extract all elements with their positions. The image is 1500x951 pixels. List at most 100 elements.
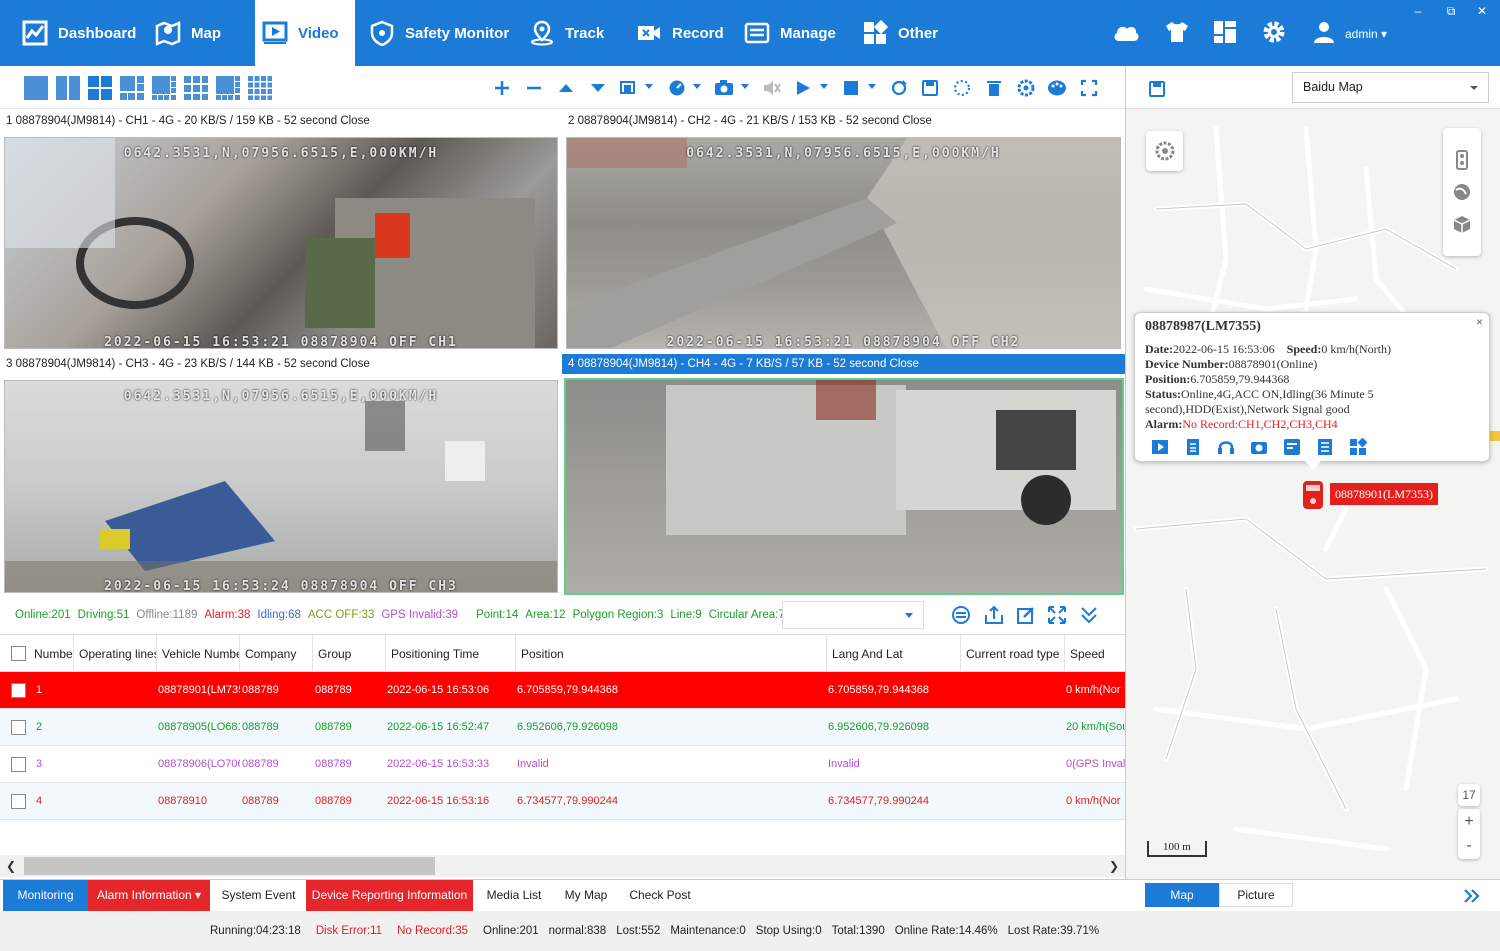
nav-map[interactable]: Map [155, 0, 221, 66]
row-checkbox[interactable] [11, 757, 26, 772]
layout-1-icon[interactable] [23, 75, 49, 101]
layers-icon[interactable] [951, 605, 971, 625]
column-header-operating-lines[interactable]: Operating lines [73, 635, 156, 673]
layout-4-icon[interactable] [87, 75, 113, 101]
status-disk-error[interactable]: Disk Error:11 [316, 925, 382, 937]
tab-monitoring[interactable]: Monitoring [3, 880, 88, 911]
tab-picture[interactable]: Picture [1219, 883, 1293, 907]
cloud-icon[interactable] [1112, 18, 1140, 46]
row-checkbox[interactable] [11, 794, 26, 809]
layout-16-icon[interactable] [247, 75, 273, 101]
stat-gps-invalid[interactable]: GPS Invalid:39 [381, 609, 458, 621]
tab-device-reporting[interactable]: Device Reporting Information [306, 880, 473, 911]
minimize-button[interactable]: – [1410, 4, 1426, 18]
status-no-record[interactable]: No Record:35 [397, 925, 468, 937]
nav-dashboard[interactable]: Dashboard [22, 0, 136, 66]
stat-idling[interactable]: Idling:68 [257, 609, 300, 621]
cell-position[interactable]: 6.705859,79.944368 [517, 672, 618, 709]
refresh-icon[interactable] [888, 77, 910, 99]
play-icon[interactable] [792, 77, 814, 99]
tab-map[interactable]: Map [1145, 883, 1219, 907]
filter-select[interactable] [782, 601, 924, 629]
tab-alarm-information[interactable]: Alarm Information ▾ [88, 880, 210, 911]
settings-icon[interactable] [1015, 77, 1037, 99]
column-header-vehicle-number[interactable]: Vehicle Numbe [156, 635, 239, 673]
map-provider-select[interactable]: Baidu Map [1292, 72, 1489, 103]
shirt-icon[interactable] [1163, 18, 1191, 46]
nav-record[interactable]: Record [636, 0, 724, 66]
collapse-down-icon[interactable] [1079, 605, 1099, 625]
3d-cube-icon[interactable] [1452, 214, 1472, 234]
column-header-positioning-time[interactable]: Positioning Time [385, 635, 515, 673]
popup-camera-icon[interactable] [1250, 438, 1268, 456]
cell-position[interactable]: 6.952606,79.926098 [517, 709, 618, 746]
popup-list-icon[interactable] [1316, 438, 1334, 456]
move-down-icon[interactable] [587, 77, 609, 99]
row-checkbox[interactable] [11, 720, 26, 735]
cell-position[interactable]: Invalid [517, 746, 549, 783]
speed-icon[interactable] [666, 77, 688, 99]
column-header-company[interactable]: Company [239, 635, 312, 673]
scrollbar-thumb[interactable] [24, 857, 435, 875]
layout-10-icon[interactable] [215, 75, 241, 101]
scroll-left-icon[interactable]: ❮ [6, 859, 16, 873]
tab-my-map[interactable]: My Map [556, 880, 616, 911]
tab-check-post[interactable]: Check Post [624, 880, 696, 911]
chevron-down-icon[interactable] [693, 84, 701, 89]
stat-line[interactable]: Line:9 [670, 609, 701, 621]
layout-8-icon[interactable] [151, 75, 177, 101]
restore-button[interactable]: ⧉ [1443, 4, 1459, 19]
map-capture-button[interactable] [1146, 131, 1183, 171]
window-mode-icon[interactable] [617, 77, 639, 99]
video-feed-ch3[interactable]: 0642.3531,N,07956.6515,E,000KM/H 2022-06… [4, 380, 558, 593]
chevron-down-icon[interactable] [820, 84, 828, 89]
snapshot-camera-icon[interactable] [713, 77, 735, 99]
remove-icon[interactable] [523, 77, 545, 99]
popup-close-button[interactable]: × [1476, 315, 1483, 329]
nav-manage[interactable]: Manage [744, 0, 836, 66]
user-menu[interactable]: admin ▾ [1345, 27, 1387, 41]
gear-icon[interactable] [1260, 18, 1288, 46]
layout-2-icon[interactable] [55, 75, 81, 101]
user-avatar-icon[interactable] [1310, 18, 1338, 46]
popup-headset-icon[interactable] [1217, 438, 1235, 456]
table-row[interactable]: 2 08878905(LO681 088789 088789 2022-06-1… [0, 709, 1125, 746]
table-row[interactable]: 1 08878901(LM735 088789 088789 2022-06-1… [0, 672, 1125, 709]
video-feed-ch2[interactable]: 0642.3531,N,07956.6515,E,000KM/H 2022-06… [566, 137, 1121, 349]
stat-point[interactable]: Point:14 [476, 609, 518, 621]
save-icon[interactable] [919, 77, 941, 99]
nav-safety-monitor[interactable]: Safety Monitor [369, 0, 509, 66]
nav-video[interactable]: Video [255, 0, 355, 66]
nav-other[interactable]: Other [862, 0, 938, 66]
video-feed-ch1[interactable]: 0642.3531,N,07956.6515,E,000KM/H 2022-06… [4, 137, 558, 349]
cell-position[interactable]: 6.734577,79.990244 [517, 783, 618, 820]
move-up-icon[interactable] [555, 77, 577, 99]
popup-document-icon[interactable] [1184, 438, 1202, 456]
expand-icon[interactable] [1047, 605, 1067, 625]
zoom-in-button[interactable]: + [1464, 813, 1473, 831]
edit-icon[interactable] [1016, 605, 1036, 625]
stat-offline[interactable]: Offline:1189 [136, 609, 197, 621]
stat-polygon[interactable]: Polygon Region:3 [573, 609, 664, 621]
trash-icon[interactable] [983, 77, 1005, 99]
zoom-out-button[interactable]: - [1466, 837, 1471, 855]
stat-driving[interactable]: Driving:51 [78, 609, 130, 621]
tab-system-event[interactable]: System Event [216, 880, 301, 911]
column-header-speed[interactable]: Speed [1064, 635, 1125, 673]
palette-icon[interactable] [1046, 77, 1068, 99]
satellite-icon[interactable] [1452, 182, 1472, 202]
table-row[interactable]: 4 08878910 088789 088789 2022-06-15 16:5… [0, 783, 1125, 820]
column-header-lat-lng[interactable]: Lang And Lat [826, 635, 960, 673]
stat-area[interactable]: Area:12 [525, 609, 565, 621]
popup-video-icon[interactable] [1151, 438, 1169, 456]
add-icon[interactable] [491, 77, 513, 99]
mute-icon[interactable] [761, 77, 783, 99]
stat-online[interactable]: Online:201 [15, 609, 71, 621]
layout-6-icon[interactable] [119, 75, 145, 101]
save-map-icon[interactable] [1148, 80, 1166, 98]
stat-alarm[interactable]: Alarm:38 [204, 609, 250, 621]
video-feed-ch4[interactable] [564, 378, 1124, 595]
column-header-position[interactable]: Position [515, 635, 826, 673]
loading-icon[interactable] [951, 77, 973, 99]
column-header-group[interactable]: Group [312, 635, 385, 673]
